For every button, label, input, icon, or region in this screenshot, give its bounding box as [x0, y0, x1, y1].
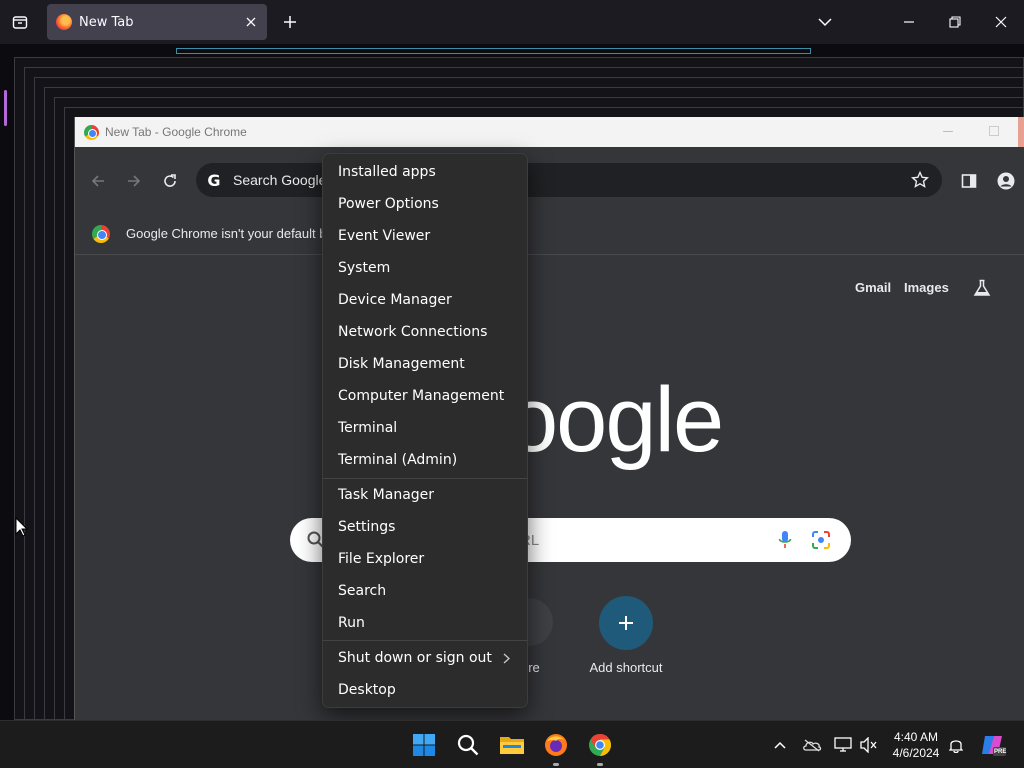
maximize-icon[interactable]: [989, 126, 999, 136]
chevron-right-icon: [501, 651, 511, 665]
menu-item-settings[interactable]: Settings: [323, 512, 527, 542]
firefox-icon[interactable]: [540, 729, 572, 761]
plus-icon: [284, 16, 296, 28]
system-clock[interactable]: 4:40 AM 4/6/2024: [880, 729, 952, 761]
labs-flask-icon[interactable]: [970, 276, 994, 300]
mouse-cursor-icon: [15, 517, 29, 537]
menu-item-search[interactable]: Search: [323, 576, 527, 606]
infobar-message: Google Chrome isn't your default b: [126, 226, 327, 241]
menu-item-run[interactable]: Run: [323, 608, 527, 638]
taskbar: 4:40 AM 4/6/2024 PRE: [0, 720, 1024, 768]
copilot-badge: PRE: [994, 749, 1007, 755]
firefox-titlebar: New Tab: [0, 0, 1024, 44]
volume-muted-icon[interactable]: [859, 735, 879, 755]
forward-arrow-icon[interactable]: [122, 169, 146, 193]
menu-item-system[interactable]: System: [323, 253, 527, 283]
google-logo: oogle: [507, 369, 724, 471]
menu-item-installed-apps[interactable]: Installed apps: [323, 157, 527, 187]
gmail-link[interactable]: Gmail: [855, 280, 891, 295]
chrome-titlebar: New Tab - Google Chrome: [75, 117, 1024, 147]
clock-time: 4:40 AM: [893, 730, 939, 744]
chrome-window: New Tab - Google Chrome G Search Google: [74, 117, 1024, 720]
menu-item-file-explorer[interactable]: File Explorer: [323, 544, 527, 574]
menu-item-disk-management[interactable]: Disk Management: [323, 349, 527, 379]
menu-item-network-connections[interactable]: Network Connections: [323, 317, 527, 347]
close-window-button[interactable]: [1018, 117, 1024, 147]
chrome-icon[interactable]: [584, 729, 616, 761]
running-indicator: [553, 763, 559, 766]
google-lens-icon[interactable]: [811, 530, 831, 550]
firefox-icon: [56, 14, 72, 30]
menu-item-power-options[interactable]: Power Options: [323, 189, 527, 219]
start-icon[interactable]: [408, 729, 440, 761]
menu-item-terminal-admin[interactable]: Terminal (Admin): [323, 445, 527, 475]
profile-icon[interactable]: [994, 169, 1018, 193]
menu-item-desktop[interactable]: Desktop: [323, 675, 527, 705]
file-explorer-icon[interactable]: [496, 729, 528, 761]
notification-bell-icon[interactable]: [946, 735, 966, 755]
chrome-toolbar: G Search Google: [75, 147, 1024, 213]
tab-title: New Tab: [79, 14, 134, 30]
google-g-icon: G: [207, 170, 221, 190]
chrome-icon: [84, 124, 99, 140]
minimize-icon[interactable]: [897, 10, 921, 34]
window-title: New Tab - Google Chrome: [105, 125, 247, 139]
menu-separator: [323, 478, 527, 479]
side-panel-icon[interactable]: [957, 169, 981, 193]
onedrive-icon[interactable]: [802, 735, 822, 755]
chrome-icon: [92, 224, 110, 243]
menu-item-label: Shut down or sign out: [338, 650, 492, 666]
apps-menu-icon[interactable]: [1015, 276, 1024, 300]
minimize-icon[interactable]: [943, 131, 953, 132]
back-arrow-icon[interactable]: [86, 169, 110, 193]
running-indicator: [597, 763, 603, 766]
plus-icon: [619, 616, 633, 630]
firefox-tab-new-tab[interactable]: New Tab: [47, 4, 267, 40]
chevron-up-icon[interactable]: [770, 735, 790, 755]
menu-item-event-viewer[interactable]: Event Viewer: [323, 221, 527, 251]
images-link[interactable]: Images: [904, 280, 949, 295]
chevron-down-icon[interactable]: [813, 10, 837, 34]
ghost-accent-line: [4, 90, 7, 126]
omnibox[interactable]: G Search Google: [196, 163, 942, 197]
quick-link-menu: Installed apps Power Options Event Viewe…: [322, 153, 528, 708]
close-icon[interactable]: [243, 14, 259, 30]
network-icon[interactable]: [833, 735, 853, 755]
menu-item-computer-management[interactable]: Computer Management: [323, 381, 527, 411]
add-shortcut-label: Add shortcut: [589, 660, 663, 675]
menu-item-terminal[interactable]: Terminal: [323, 413, 527, 443]
add-shortcut-button[interactable]: [599, 596, 653, 650]
clock-date: 4/6/2024: [892, 746, 940, 760]
tab-list-icon[interactable]: [8, 10, 32, 34]
menu-item-shut-down-or-sign-out[interactable]: Shut down or sign out: [323, 643, 527, 673]
copilot-icon[interactable]: PRE: [980, 732, 1006, 758]
search-icon[interactable]: [452, 729, 484, 761]
microphone-icon[interactable]: [775, 530, 795, 550]
reload-icon[interactable]: [158, 169, 182, 193]
menu-item-device-manager[interactable]: Device Manager: [323, 285, 527, 315]
close-window-icon[interactable]: [989, 10, 1013, 34]
new-tab-button[interactable]: [278, 10, 302, 34]
menu-item-task-manager[interactable]: Task Manager: [323, 480, 527, 510]
default-browser-infobar: Google Chrome isn't your default b: [75, 213, 1024, 255]
omnibox-placeholder: Search Google: [233, 172, 327, 188]
new-tab-page: Gmail Images oogle RL ore Add shortcut: [75, 256, 1024, 720]
bookmark-star-icon[interactable]: [910, 170, 930, 190]
ghost-urlbar: [176, 48, 811, 54]
menu-separator: [323, 640, 527, 641]
restore-icon[interactable]: [943, 10, 967, 34]
